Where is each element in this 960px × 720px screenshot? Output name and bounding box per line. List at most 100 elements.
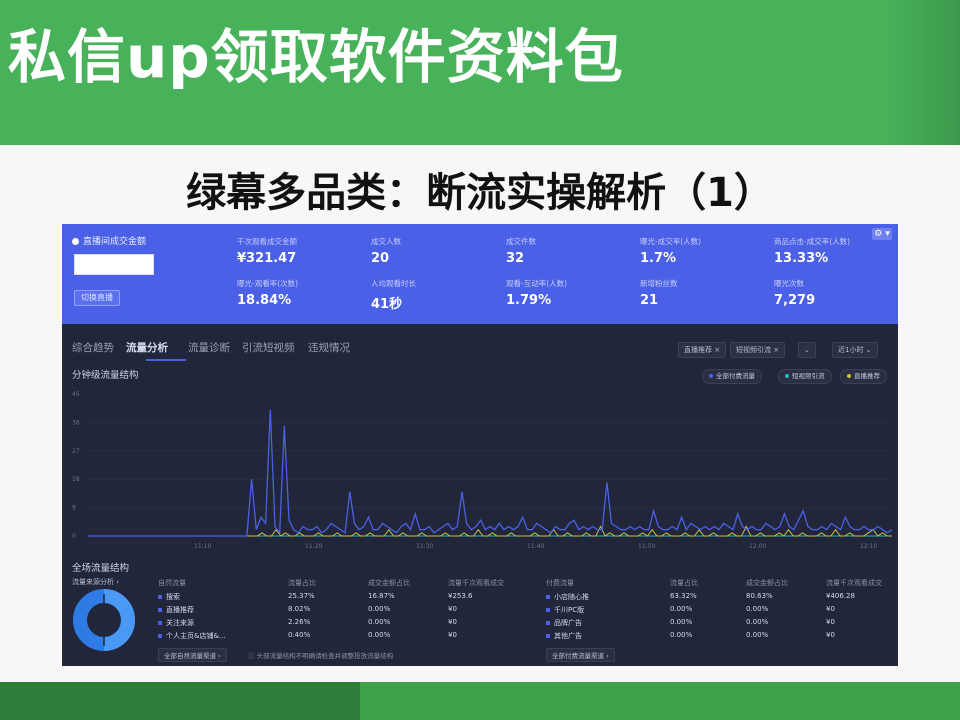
y-tick-label: 9 [72, 505, 76, 512]
tab-overall-trend[interactable]: 综合趋势 [72, 340, 114, 355]
filter-more[interactable]: ⌄ [798, 342, 816, 358]
table-header: 流量占比 [288, 579, 316, 587]
table-cell: ¥0 [826, 605, 835, 613]
chart-title: 分钟级流量结构 [72, 370, 139, 381]
filter-live-recommend[interactable]: 直播推荐 × [678, 342, 727, 358]
channel-name[interactable]: 小店随心推 [546, 592, 589, 602]
metric-value: 21 [640, 293, 659, 308]
table-cell: 0.00% [746, 618, 769, 626]
metric-label: 曝光-观看率(次数) [237, 279, 299, 288]
metric-exposure-view: 曝光-观看率(次数) 18.84% [237, 278, 367, 308]
donut-label[interactable]: 流量来源分析 › [72, 577, 119, 587]
table-cell: 0.00% [368, 618, 391, 626]
bullet-icon [158, 621, 162, 625]
table-cell: ¥406.28 [826, 592, 855, 600]
x-tick-label: 11:10 [194, 543, 211, 550]
x-tick-label: 11:30 [416, 543, 433, 550]
metric-label: 成交人数 [371, 237, 401, 246]
y-tick-label: 18 [72, 476, 80, 483]
metric-label: 商品点击-成交率(人数) [774, 237, 851, 246]
table-cell: 0.00% [368, 631, 391, 639]
bullet-icon [158, 608, 162, 612]
legend-short-video[interactable]: 短视频引流 [778, 369, 832, 384]
metric-buyers: 成交人数 20 [371, 236, 501, 266]
room-selector[interactable] [74, 254, 154, 275]
time-range-select[interactable]: 近1小时 ⌄ [832, 342, 878, 358]
metric-value: 18.84% [237, 293, 292, 308]
traffic-structure: 全场流量结构 流量来源分析 › 自然流量 流量占比 成交金额占比 流量千次观看成交 搜索… [62, 563, 898, 666]
metric-label: 千次观看成交金额 [237, 237, 297, 246]
channel-name[interactable]: 搜索 [158, 592, 180, 602]
table-header: 流量千次观看成交 [826, 579, 882, 587]
donut-segment [103, 589, 135, 651]
channel-label: 搜索 [166, 593, 180, 601]
channel-name[interactable]: 品牌广告 [546, 618, 582, 628]
metric-label: 新增粉丝数 [640, 279, 678, 288]
table-header: 流量占比 [670, 579, 698, 587]
legend-dot-icon [709, 374, 713, 378]
metric-interaction: 观看-互动率(人数) 1.79% [506, 278, 636, 308]
room-label: 直播间成交金额 [72, 234, 146, 247]
traffic-donut-chart [73, 589, 135, 651]
table-header: 自然流量 [158, 579, 186, 587]
table-cell: 0.00% [746, 605, 769, 613]
promo-text: 私信up领取软件资料包 [8, 23, 624, 91]
metric-watch-time: 人均观看时长 41秒 [371, 278, 501, 312]
metric-label: 曝光次数 [774, 279, 804, 288]
table-header: 成交金额占比 [368, 579, 410, 587]
y-tick-label: 27 [72, 448, 80, 455]
table-cell: ¥0 [826, 631, 835, 639]
table-cell: ¥0 [448, 605, 457, 613]
all-paid-channels-link[interactable]: 全部付费流量渠道 › [546, 648, 615, 662]
metric-label: 成交件数 [506, 237, 536, 246]
tab-traffic-diagnosis[interactable]: 流量诊断 [188, 340, 230, 355]
channel-name[interactable]: 直播推荐 [158, 605, 194, 615]
channel-label: 个人主页&店铺&... [166, 632, 226, 640]
table-cell: 0.40% [288, 631, 311, 639]
table-cell: 0.00% [670, 631, 693, 639]
traffic-line-chart: 45 36 27 18 9 0 11:10 11:20 11:30 11:40 11:50 12:00… [72, 391, 893, 550]
table-cell: 63.32% [670, 592, 697, 600]
channel-name[interactable]: 关注来源 [158, 618, 194, 628]
channel-label: 其他广告 [554, 632, 582, 640]
bullet-icon [158, 634, 162, 638]
channel-name[interactable]: 千川PC版 [546, 605, 584, 615]
channel-label: 千川PC版 [554, 606, 585, 614]
tab-violations[interactable]: 违规情况 [308, 340, 350, 355]
dashboard-screenshot: ⚙ ▾ 直播间成交金额 切换直播 千次观看成交金额 ¥321.47 成交人数 20 … [62, 224, 898, 666]
bullet-icon [546, 595, 550, 599]
legend-label: 全部付费流量 [716, 372, 755, 380]
x-tick-label: 12:10 [860, 543, 877, 550]
tab-traffic-analysis[interactable]: 流量分析 [126, 340, 168, 355]
channel-name[interactable]: 其他广告 [546, 631, 582, 641]
metric-value: 32 [506, 251, 525, 266]
metric-label: 观看-互动率(人数) [506, 279, 568, 288]
table-header: 成交金额占比 [746, 579, 788, 587]
room-label-text: 直播间成交金额 [83, 237, 147, 247]
x-tick-label: 11:50 [638, 543, 655, 550]
switch-room-button[interactable]: 切换直播 [74, 290, 120, 306]
all-natural-channels-link[interactable]: 全部自然流量渠道 › [158, 648, 227, 662]
legend-live-recommend[interactable]: 直播推荐 [840, 369, 887, 384]
y-tick-label: 0 [72, 533, 76, 540]
legend-label: 短视频引流 [792, 372, 825, 380]
x-tick-label: 12:00 [749, 543, 766, 550]
y-tick-label: 45 [72, 391, 80, 398]
active-tab-indicator [146, 359, 186, 361]
filter-short-video[interactable]: 短视频引流 × [730, 342, 786, 358]
table-cell: ¥253.6 [448, 592, 473, 600]
legend-label: 直播推荐 [854, 372, 880, 380]
live-dot-icon [72, 238, 79, 245]
channel-name[interactable]: 个人主页&店铺&... [158, 631, 226, 641]
table-cell: ¥0 [448, 631, 457, 639]
table-cell: ¥0 [826, 618, 835, 626]
x-tick-label: 11:20 [305, 543, 322, 550]
metric-impressions: 曝光次数 7,279 [774, 278, 898, 308]
series-line-live-recommend [88, 525, 892, 537]
tab-short-video[interactable]: 引流短视频 [242, 340, 295, 355]
legend-paid[interactable]: 全部付费流量 [702, 369, 762, 384]
table-cell: 25.37% [288, 592, 315, 600]
x-tick-label: 11:40 [527, 543, 544, 550]
table-header: 流量千次观看成交 [448, 579, 504, 587]
structure-warning: ⓘ 头部流量结构不明确请检查并调整投放流量结构 [248, 652, 394, 660]
